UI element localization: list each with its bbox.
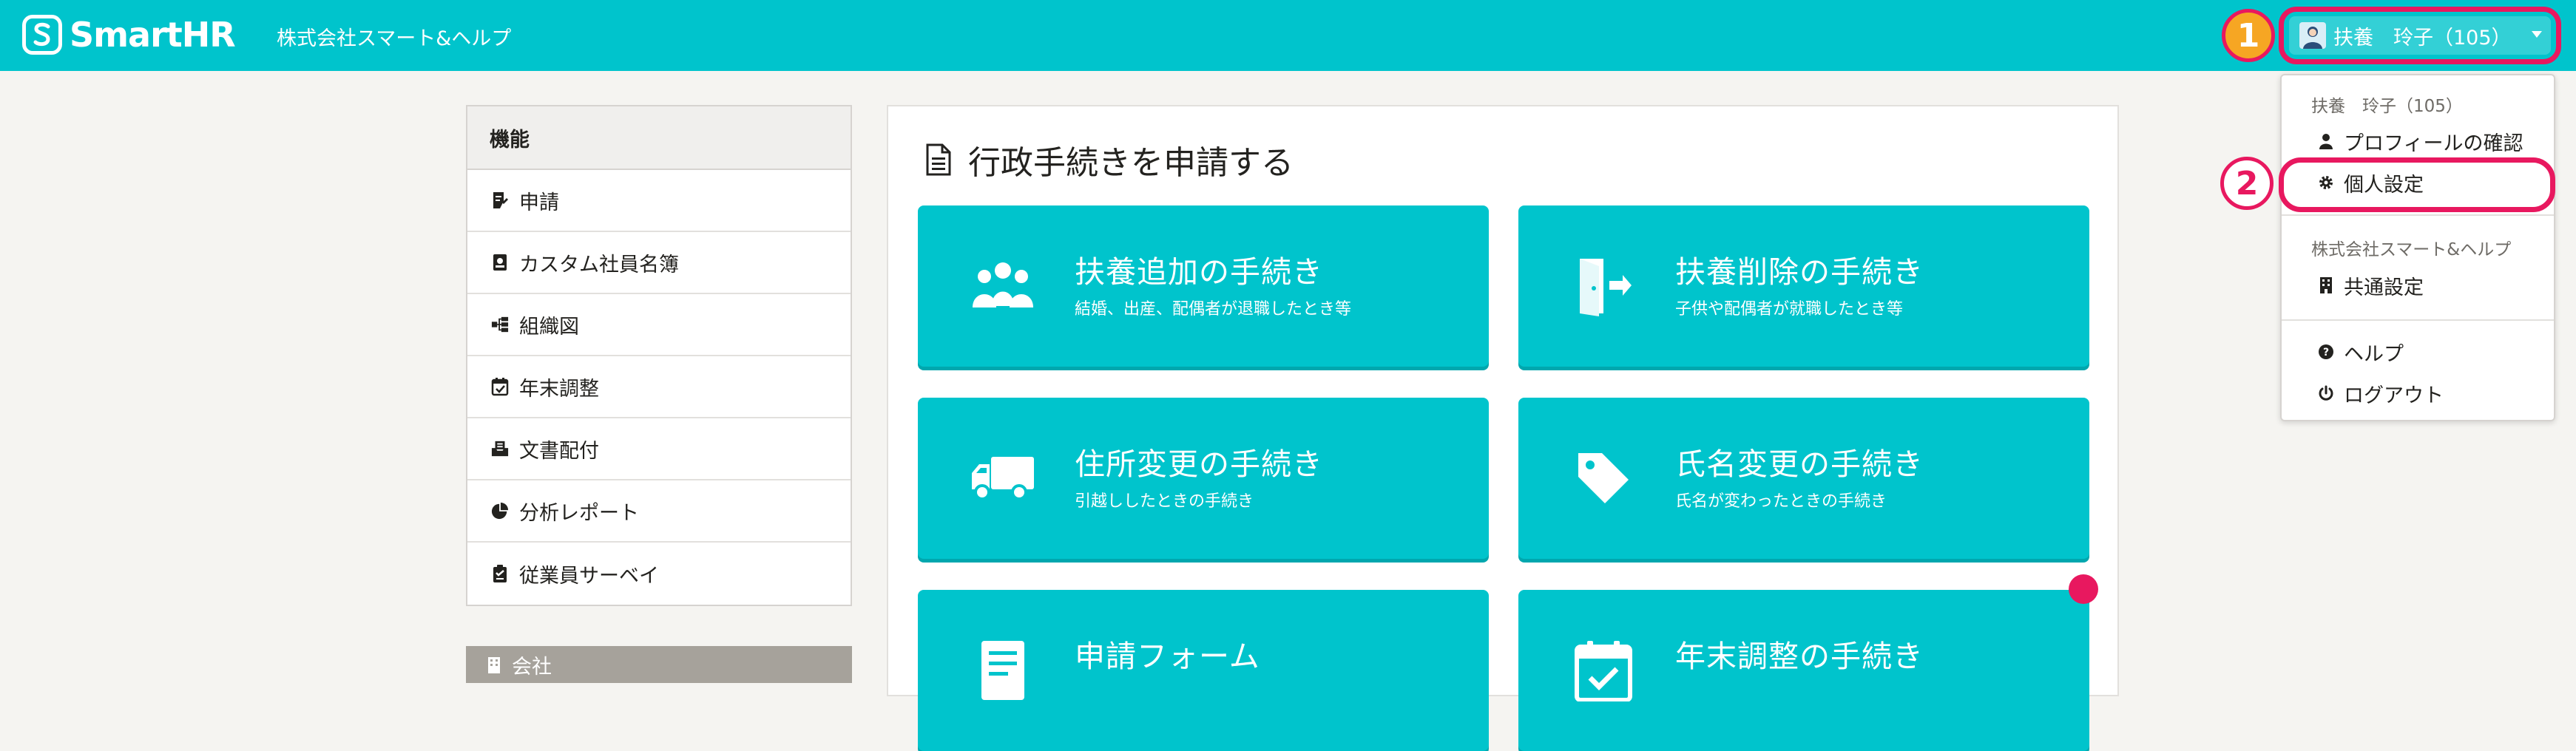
card-remove-dependent[interactable]: 扶養削除の手続き 子供や配偶者が就職したとき等 <box>1518 205 2089 367</box>
card-title: 年末調整の手続き <box>1675 639 1924 674</box>
request-icon <box>491 190 509 211</box>
card-subtitle: 子供や配偶者が就職したとき等 <box>1675 300 1904 319</box>
svg-text:?: ? <box>2323 347 2329 358</box>
sidebar-item-label: 申請 <box>519 191 559 214</box>
truck-icon <box>970 445 1036 512</box>
notification-dot <box>2069 574 2098 604</box>
sidebar-item-label: 従業員サーベイ <box>519 564 659 588</box>
menu-item-label: ヘルプ <box>2344 342 2404 366</box>
page-title-text: 行政手続きを申請する <box>968 144 1294 182</box>
user-dropdown-menu: 扶養 玲子（105） プロフィールの確認 個人設定 株式会社スマート&ヘルプ 共… <box>2280 74 2555 421</box>
sidebar-item-document-delivery[interactable]: 文書配付 <box>467 418 851 480</box>
sidebar-item-label: 分析レポート <box>519 501 639 525</box>
procedures-panel: 行政手続きを申請する 扶養追加の手続き 結婚、出産、配偶者が退職したとき等 扶養… <box>887 105 2119 751</box>
top-header: SmartHR 株式会社スマート&ヘルプ 扶養 玲子（105） <box>0 0 2576 71</box>
smarthr-logo[interactable]: SmartHR <box>22 13 236 56</box>
menu-item-label: プロフィールの確認 <box>2344 132 2523 155</box>
sidebar-item-org-chart[interactable]: 組織図 <box>467 294 851 356</box>
card-title: 扶養追加の手続き <box>1075 254 1323 290</box>
menu-item-profile[interactable]: プロフィールの確認 <box>2316 126 2523 156</box>
sidebar-item-custom-roster[interactable]: カスタム社員名簿 <box>467 232 851 294</box>
menu-item-help[interactable]: ? ヘルプ <box>2316 337 2404 367</box>
clipboard-icon <box>491 563 509 584</box>
step-2-marker: 2 <box>2220 157 2274 210</box>
logo-mark-icon <box>22 15 62 55</box>
roster-icon <box>491 252 509 273</box>
help-icon: ? <box>2316 344 2336 360</box>
card-subtitle: 氏名が変わったときの手続き <box>1675 492 1887 511</box>
highlight-personal-settings <box>2279 157 2555 212</box>
building-icon <box>488 657 500 673</box>
menu-item-label: 共通設定 <box>2344 276 2424 299</box>
sidebar-item-label: 文書配付 <box>519 439 599 463</box>
calendar-check-icon <box>491 376 509 397</box>
card-address-change[interactable]: 住所変更の手続き 引越ししたときの手続き <box>918 398 1489 559</box>
sidebar-item-analytics-report[interactable]: 分析レポート <box>467 480 851 543</box>
menu-item-label: ログアウト <box>2344 384 2444 407</box>
building-icon <box>2316 276 2336 294</box>
sidebar-item-label: カスタム社員名簿 <box>519 253 679 276</box>
card-subtitle: 引越ししたときの手続き <box>1075 492 1254 511</box>
dropdown-divider <box>2282 319 2554 321</box>
calendar-check-icon <box>1570 637 1637 704</box>
card-title: 住所変更の手続き <box>1075 446 1323 482</box>
card-add-dependent[interactable]: 扶養追加の手続き 結婚、出産、配偶者が退職したとき等 <box>918 205 1489 367</box>
document-icon <box>926 143 951 176</box>
dropdown-divider <box>2282 214 2554 216</box>
menu-item-logout[interactable]: ログアウト <box>2316 378 2444 408</box>
feature-sidebar: 機能 申請 カスタム社員名簿 組織図 年末調整 文書配付 分析レポート 従業員サ… <box>466 105 852 606</box>
sidebar-item-request[interactable]: 申請 <box>467 170 851 232</box>
sidebar-item-employee-survey[interactable]: 従業員サーベイ <box>467 543 851 605</box>
pie-chart-icon <box>491 500 509 521</box>
card-name-change[interactable]: 氏名変更の手続き 氏名が変わったときの手続き <box>1518 398 2089 559</box>
form-icon <box>970 637 1036 704</box>
family-icon <box>970 253 1036 319</box>
brand-name: SmartHR <box>70 15 236 55</box>
sidebar-item-label: 組織図 <box>519 315 579 339</box>
page-title: 行政手続きを申請する <box>925 136 1294 183</box>
card-title: 扶養削除の手続き <box>1675 254 1924 290</box>
sidebar-heading: 機能 <box>467 106 851 170</box>
dropdown-user-caption: 扶養 玲子（105） <box>2311 97 2463 116</box>
step-1-marker: 1 <box>2222 9 2275 62</box>
card-subtitle: 結婚、出産、配偶者が退職したとき等 <box>1075 300 1352 319</box>
sidebar-section-label: 会社 <box>512 655 552 679</box>
sidebar-item-year-end[interactable]: 年末調整 <box>467 356 851 418</box>
card-year-end-adjustment[interactable]: 年末調整の手続き <box>1518 590 2089 751</box>
card-application-form[interactable]: 申請フォーム <box>918 590 1489 751</box>
sidebar-section-company[interactable]: 会社 <box>466 646 852 683</box>
user-icon <box>2316 133 2336 149</box>
exit-door-icon <box>1570 253 1637 319</box>
sidebar-item-label: 年末調整 <box>519 377 599 401</box>
power-icon <box>2316 385 2336 401</box>
card-title: 申請フォーム <box>1075 639 1260 674</box>
company-name: 株式会社スマート&ヘルプ <box>277 27 512 50</box>
tag-icon <box>1570 445 1637 512</box>
org-chart-icon <box>491 314 509 335</box>
highlight-user-menu <box>2279 7 2561 64</box>
document-tray-icon <box>491 438 509 459</box>
dropdown-company-caption: 株式会社スマート&ヘルプ <box>2311 240 2512 259</box>
card-title: 氏名変更の手続き <box>1675 446 1924 482</box>
menu-item-common-settings[interactable]: 共通設定 <box>2316 271 2424 300</box>
